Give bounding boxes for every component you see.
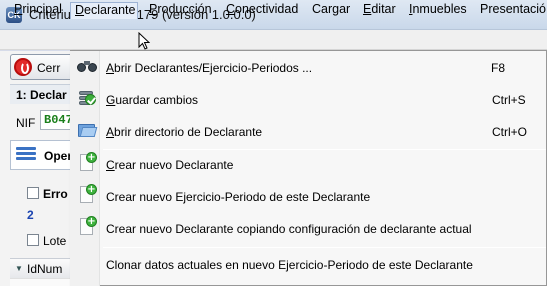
menu-separator — [103, 149, 546, 150]
errors-count: 2 — [27, 208, 34, 222]
menu-item-clone-data-label: Clonar datos actuales en nuevo Ejercicio… — [106, 258, 473, 272]
menu-conectividad[interactable]: Conectividad — [222, 2, 302, 19]
menu-label-rest: onectividad — [235, 2, 299, 16]
grid-column-idnum[interactable]: IdNum — [27, 262, 62, 276]
menu-principal[interactable]: Principal — [10, 2, 66, 19]
menu-item-label-text: uardar cambios — [115, 93, 199, 107]
menu-accel: D — [75, 3, 85, 17]
menu-label-rest: roducción — [157, 2, 212, 16]
menu-label-rest: Cargar — [312, 2, 351, 16]
menu-bar — [0, 30, 547, 50]
close-button-label: Cerr — [37, 61, 61, 75]
menu-label-rest: ditar — [371, 2, 396, 16]
menu-item-label-text: brir directorio de Declarante — [114, 125, 263, 139]
menu-item-label-text: Clonar datos actuales en nuevo Ejercicio… — [106, 258, 473, 272]
menu-produccion[interactable]: Producción — [145, 2, 216, 19]
shortcut-ctrl-s: Ctrl+S — [492, 93, 526, 107]
declarant-panel-title: 1: Declar — [16, 88, 67, 102]
menu-separator — [103, 247, 546, 248]
menu-item-open-declarants-label: Abrir Declarantes/Ejercicio-Periodos ... — [106, 61, 313, 75]
shortcut-ctrl-o: Ctrl+O — [492, 125, 528, 139]
menu-label-rest: rincipal — [22, 2, 62, 16]
menu-item-label-text: brir Declarantes/Ejercicio-Periodos ... — [114, 61, 313, 75]
menu-declarante[interactable]: Declarante — [70, 2, 138, 19]
menu-item-new-period-label: Crear nuevo Ejercicio-Periodo de este De… — [106, 190, 370, 204]
nif-value: B047 — [44, 113, 73, 127]
menu-editar[interactable]: Editar — [359, 2, 400, 19]
menu-presentacion[interactable]: Presentació — [476, 2, 547, 19]
menu-item-open-directory-label: Abrir directorio de Declarante — [106, 125, 263, 139]
new-document-icon: + — [77, 216, 97, 236]
binoculars-icon — [77, 58, 97, 78]
new-document-icon: + — [77, 152, 97, 172]
menu-item-new-declarant-copy-label: Crear nuevo Declarante copiando configur… — [106, 222, 472, 236]
errors-checkbox[interactable] — [27, 187, 39, 199]
menu-label-rest: eclarante — [84, 3, 136, 17]
menu-inmuebles[interactable]: Inmuebles — [405, 2, 471, 19]
menu-item-label-text: Crear nuevo Declarante copiando configur… — [106, 222, 472, 236]
save-check-icon — [77, 88, 97, 108]
menu-accel: C — [226, 2, 236, 16]
errors-label: Erro — [43, 187, 68, 201]
lote-label: Lote — [43, 234, 67, 248]
list-icon — [16, 147, 36, 163]
power-icon — [14, 58, 32, 76]
folder-icon — [77, 120, 98, 140]
menu-item-label-text: Crear nuevo Ejercicio-Periodo de este De… — [106, 190, 371, 204]
shortcut-f8: F8 — [491, 61, 506, 75]
sort-down-icon[interactable]: ▼ — [15, 264, 23, 273]
menu-item-label-text: rear nuevo Declarante — [114, 158, 234, 172]
new-document-icon: + — [77, 184, 97, 204]
operations-tab-label: Oper — [44, 149, 73, 163]
menu-label-rest: nmuebles — [412, 2, 467, 16]
lote-checkbox[interactable] — [27, 234, 39, 246]
menu-label-rest: Presentació — [480, 2, 547, 16]
menu-item-new-declarant-label: Crear nuevo Declarante — [106, 158, 234, 172]
menu-cargar[interactable]: Cargar — [308, 2, 354, 19]
nif-label: NIF — [16, 116, 36, 130]
menu-item-save-changes-label: Guardar cambios — [106, 93, 199, 107]
